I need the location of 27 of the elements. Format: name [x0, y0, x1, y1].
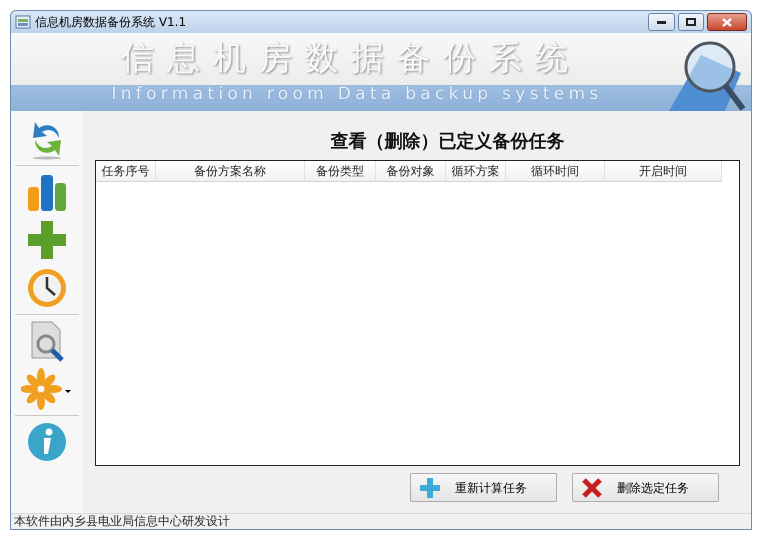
page-title: 查看（删除）已定义备份任务: [329, 130, 566, 154]
banner-subtitle: Information room Data backup systems: [111, 86, 603, 103]
clock-icon: [26, 267, 68, 309]
column-header[interactable]: 循环时间: [506, 161, 605, 181]
column-header[interactable]: 开启时间: [605, 161, 722, 181]
window-title: 信息机房数据备份系统 V1.1: [35, 14, 186, 31]
column-header[interactable]: 备份方案名称: [156, 161, 305, 181]
banner-title: 信息机房数据备份系统: [121, 41, 581, 74]
plus-icon: [419, 476, 441, 498]
close-icon: [722, 18, 732, 26]
column-header[interactable]: 备份对象: [376, 161, 446, 181]
maximize-button[interactable]: [678, 13, 704, 31]
column-header[interactable]: 循环方案: [446, 161, 506, 181]
minimize-icon: [657, 20, 666, 24]
info-icon: [26, 421, 68, 463]
recalculate-button[interactable]: 重新计算任务: [410, 473, 557, 502]
minimize-button[interactable]: [648, 13, 675, 31]
flower-icon: [21, 368, 73, 410]
plus-icon: [26, 219, 68, 261]
column-header[interactable]: 任务序号: [96, 161, 156, 181]
app-icon: [15, 15, 31, 29]
close-button[interactable]: [707, 13, 747, 31]
maximize-icon: [686, 18, 696, 26]
cross-icon: [581, 476, 603, 498]
column-header[interactable]: 备份类型: [305, 161, 376, 181]
delete-button[interactable]: 删除选定任务: [572, 473, 719, 502]
status-bar: 本软件由内乡县电业局信息中心研发设计: [11, 513, 751, 529]
